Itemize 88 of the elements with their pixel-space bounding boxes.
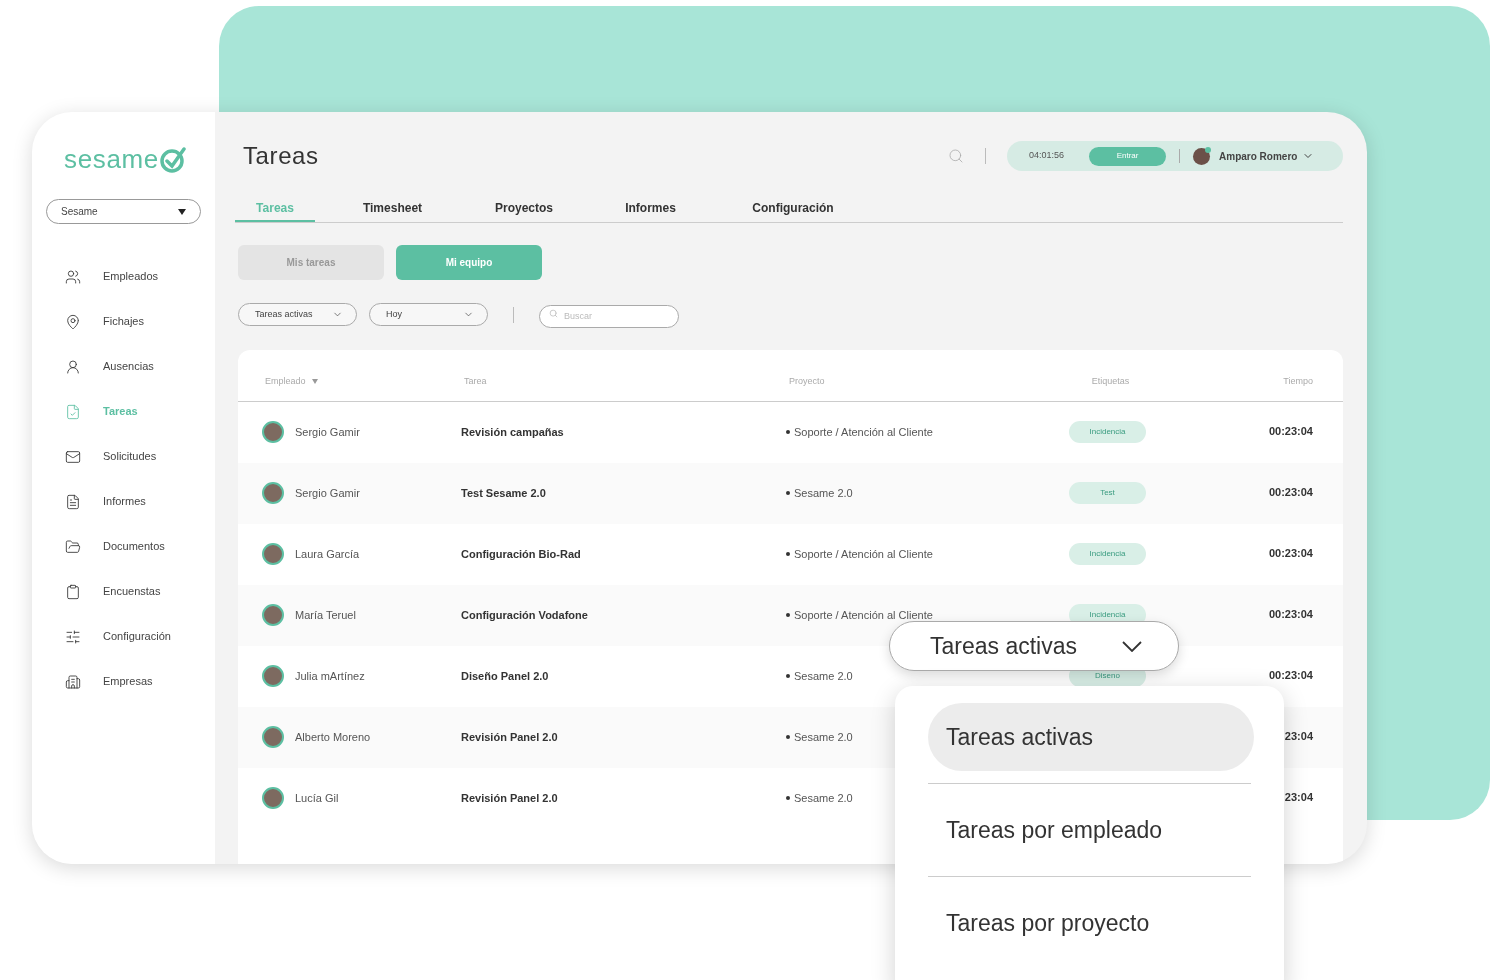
tab[interactable]: Informes: [578, 199, 723, 222]
bullet-icon: [786, 674, 790, 678]
employee-avatar: [262, 604, 284, 626]
logo: sesame: [64, 140, 186, 179]
project-name: Soporte / Atención al Cliente: [794, 424, 933, 440]
project-name: Sesame 2.0: [794, 790, 853, 806]
employee-name: Julia mArtínez: [295, 668, 365, 684]
bullet-icon: [786, 735, 790, 739]
time-value: 00:23:04: [1267, 667, 1313, 683]
employee-avatar: [262, 726, 284, 748]
employee-name: Alberto Moreno: [295, 729, 371, 745]
sidebar-item[interactable]: Solicitudes: [32, 434, 215, 479]
task-name: Diseño Panel 2.0: [461, 668, 550, 684]
project-name: Sesame 2.0: [794, 729, 853, 745]
sidebar-item[interactable]: Documentos: [32, 524, 215, 569]
sliders-icon: [65, 628, 81, 645]
column-header: Tarea: [464, 375, 488, 388]
project-name: Sesame 2.0: [794, 668, 853, 684]
task-name: Revisión Panel 2.0: [461, 729, 559, 745]
time-value: 00:23:04: [1267, 545, 1313, 561]
column-header: Proyecto: [789, 375, 826, 388]
employee-avatar: [262, 482, 284, 504]
task-name: Configuración Bio-Rad: [461, 546, 582, 562]
time-value: 00:23:04: [1267, 423, 1313, 439]
sidebar-item[interactable]: Fichajes: [32, 299, 215, 344]
tab[interactable]: Timesheet: [315, 199, 470, 222]
page-title: Tareas: [243, 141, 319, 171]
folder-icon: [65, 538, 81, 555]
search-field[interactable]: Buscar: [539, 304, 679, 328]
sidebar-item[interactable]: Encuenstas: [32, 569, 215, 614]
document-check-icon: [65, 403, 81, 420]
map-pin-icon: [65, 313, 81, 330]
employee-avatar: [262, 543, 284, 565]
bullet-icon: [786, 613, 790, 617]
sidebar-item[interactable]: Empleados: [32, 254, 215, 299]
tag: Incidencia: [1069, 421, 1146, 443]
tab[interactable]: Configuración: [723, 199, 863, 222]
employee-name: Sergio Gamir: [295, 424, 360, 440]
document-icon: [65, 493, 81, 510]
caret-icon: [178, 208, 186, 215]
dropdown-option[interactable]: Tareas activas: [928, 703, 1254, 771]
search-icon: [549, 309, 558, 318]
time-value: 23:04: [1283, 789, 1313, 805]
tab[interactable]: Proyectos: [470, 199, 578, 222]
search-icon[interactable]: [948, 148, 964, 164]
employee-avatar: [262, 421, 284, 443]
clipboard-icon: [65, 583, 81, 600]
sort-icon: [311, 379, 318, 385]
building-icon: [65, 673, 81, 690]
time-value: 00:23:04: [1267, 606, 1313, 622]
task-name: Configuración Vodafone: [461, 607, 589, 623]
user-name: Amparo Romero: [1219, 149, 1298, 164]
project-name: Sesame 2.0: [794, 485, 853, 501]
employee-name: María Teruel: [295, 607, 356, 623]
employee-avatar: [262, 787, 284, 809]
sidebar-item[interactable]: Ausencias: [32, 344, 215, 389]
user-avatar: [1193, 147, 1211, 165]
sidebar-item[interactable]: Empresas: [32, 659, 215, 704]
filter-dropdown-trigger[interactable]: Tareas activas: [889, 621, 1179, 671]
bullet-icon: [786, 796, 790, 800]
bullet-icon: [786, 491, 790, 495]
bullet-icon: [786, 430, 790, 434]
task-name: Revisión campañas: [461, 424, 565, 440]
envelope-icon: [65, 448, 81, 465]
employee-name: Laura García: [295, 546, 360, 562]
employee-name: Lucía Gil: [295, 790, 339, 806]
sidebar-item[interactable]: Informes: [32, 479, 215, 524]
users-icon: [65, 268, 81, 285]
person-icon: [65, 358, 81, 375]
employee-avatar: [262, 665, 284, 687]
bullet-icon: [786, 552, 790, 556]
check-circle-icon: [159, 145, 186, 174]
task-name: Revisión Panel 2.0: [461, 790, 559, 806]
time-value: 23:04: [1283, 728, 1313, 744]
task-name: Test Sesame 2.0: [461, 485, 547, 501]
time-value: 00:23:04: [1267, 484, 1313, 500]
employee-name: Sergio Gamir: [295, 485, 360, 501]
tag: Incidencia: [1069, 543, 1146, 565]
column-header: Etiquetas: [1090, 375, 1131, 388]
clock-time: 04:01:56: [1029, 149, 1065, 163]
filter-select[interactable]: Hoy: [369, 303, 488, 327]
project-name: Soporte / Atención al Cliente: [794, 607, 933, 623]
filter-select[interactable]: Tareas activas: [238, 303, 357, 327]
tag: Test: [1069, 482, 1146, 504]
project-name: Soporte / Atención al Cliente: [794, 546, 933, 562]
chevron-icon: [1122, 640, 1142, 652]
column-header: Tiempo: [1282, 375, 1313, 388]
sidebar-item[interactable]: Configuración: [32, 614, 215, 659]
